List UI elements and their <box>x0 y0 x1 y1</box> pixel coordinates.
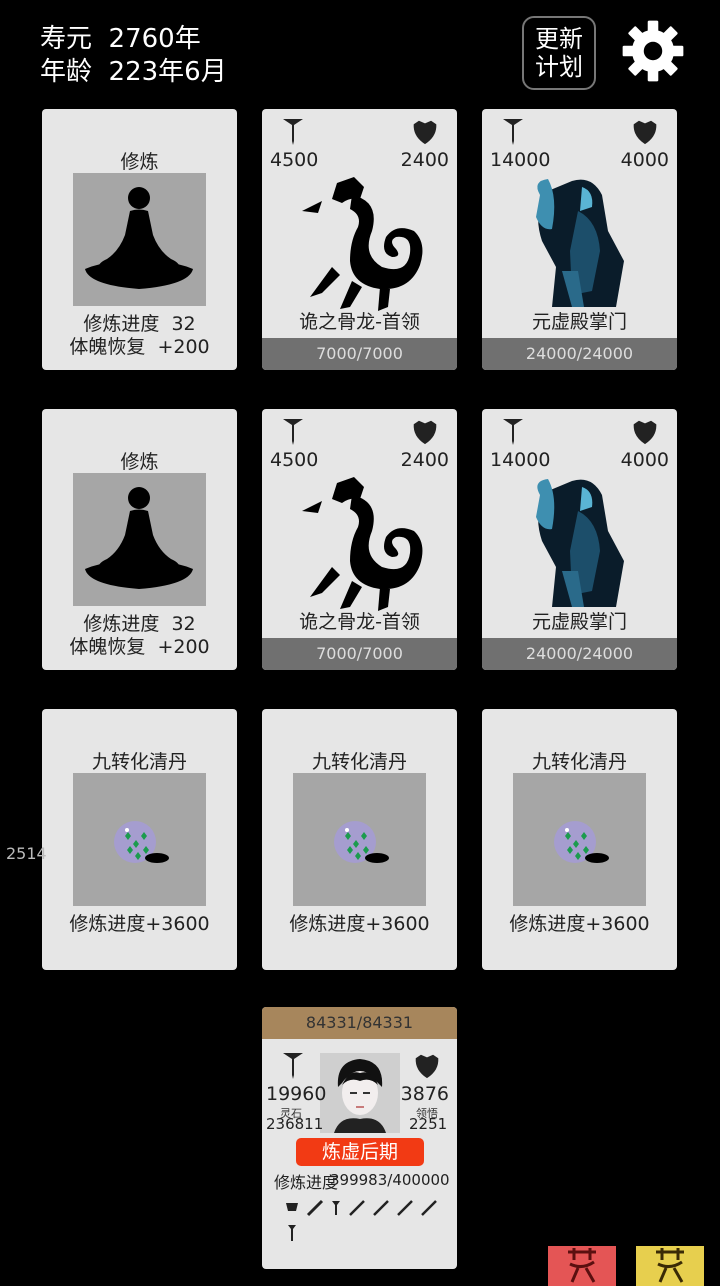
attack-value: 14000 <box>490 149 551 171</box>
equipment-icons <box>286 1199 437 1241</box>
shield-icon <box>415 1054 439 1079</box>
age-label: 年龄 <box>40 57 93 87</box>
dagger-icon <box>332 1201 340 1215</box>
update-plan-button[interactable]: 更新 计划 <box>522 16 596 90</box>
plan-button-line1: 更新 <box>535 25 583 53</box>
enemy-card-bone-dragon[interactable]: 4500 2400 诡之骨龙-首领 7000/7000 <box>262 409 457 670</box>
gear-icon[interactable] <box>620 18 686 84</box>
meditation-icon <box>85 487 193 589</box>
shield-icon <box>413 420 437 445</box>
sword-icon <box>283 119 303 145</box>
enemy-hp-bar: 24000/24000 <box>482 338 677 370</box>
bone-dragon-icon <box>302 477 423 611</box>
recover-label: 体魄恢复 <box>69 636 146 658</box>
blade-small-icon <box>421 1200 437 1216</box>
pill-icon <box>114 821 169 863</box>
yellow-talisman[interactable] <box>636 1246 704 1286</box>
recover-value: +200 <box>157 336 210 358</box>
attack-value: 4500 <box>270 149 319 171</box>
recover-line: 体魄恢复 +200 <box>42 332 237 359</box>
card-title: 修炼 <box>120 451 159 473</box>
armor-icon <box>286 1203 298 1211</box>
enemy-name: 元虚殿掌门 <box>531 611 627 633</box>
lifespan-stat: 寿元 2760年 <box>40 18 201 55</box>
enemy-name: 元虚殿掌门 <box>531 311 627 333</box>
pill-image <box>73 773 206 906</box>
plan-button-line2: 计划 <box>535 53 583 81</box>
player-progress-label: 修炼进度 <box>274 1173 339 1192</box>
pill-effect: 修炼进度+3600 <box>509 913 650 935</box>
card-title: 修炼 <box>120 151 159 173</box>
short-sword-icon <box>288 1225 296 1241</box>
lifespan-label: 寿元 <box>40 24 93 54</box>
sword-small-icon <box>373 1200 389 1216</box>
pill-icon <box>334 821 389 863</box>
talisman-icon <box>656 1248 684 1283</box>
defense-value: 4000 <box>620 149 669 171</box>
realm-badge: 炼虚后期 <box>296 1138 424 1166</box>
recover-label: 体魄恢复 <box>69 336 146 358</box>
defense-value: 4000 <box>620 449 669 471</box>
defense-value: 2400 <box>400 149 449 171</box>
pill-card[interactable]: 九转化清丹 修炼进度+3600 <box>42 709 237 970</box>
sword-icon <box>283 1053 303 1079</box>
age-stat: 年龄 223年6月 <box>40 51 227 88</box>
player-progress-value: 399983/400000 <box>330 1171 450 1189</box>
meditation-image <box>73 473 206 606</box>
pill-effect: 修炼进度+3600 <box>69 913 210 935</box>
enemy-card-sect-master[interactable]: 14000 4000 元虚殿掌门 24000/24000 <box>482 109 677 370</box>
sect-master-icon <box>536 479 624 607</box>
talisman-icon <box>568 1248 596 1283</box>
sword-icon <box>503 419 523 445</box>
attack-value: 4500 <box>270 449 319 471</box>
lance-icon <box>397 1200 413 1216</box>
enemy-card-bone-dragon[interactable]: 4500 2400 诡之骨龙-首领 7000/7000 <box>262 109 457 370</box>
card-title: 九转化清丹 <box>311 751 407 773</box>
meditation-icon <box>85 187 193 289</box>
sect-master-icon <box>536 179 624 307</box>
card-title: 九转化清丹 <box>91 751 187 773</box>
pill-effect: 修炼进度+3600 <box>289 913 430 935</box>
recover-value: +200 <box>157 636 210 658</box>
shield-icon <box>633 120 657 145</box>
attack-value: 14000 <box>490 449 551 471</box>
card-title: 九转化清丹 <box>531 751 627 773</box>
defense-value: 2400 <box>400 449 449 471</box>
age-value: 223年6月 <box>108 57 227 87</box>
enemy-hp-bar: 7000/7000 <box>262 338 457 370</box>
insight-value: 2251 <box>409 1115 448 1133</box>
lifespan-value: 2760年 <box>108 24 201 54</box>
player-hp-bar: 84331/84331 <box>262 1007 457 1039</box>
recover-line: 体魄恢复 +200 <box>42 632 237 659</box>
spirit-stone-value: 236811 <box>266 1115 324 1133</box>
sword-icon <box>283 419 303 445</box>
red-talisman[interactable] <box>548 1246 616 1286</box>
shield-icon <box>413 120 437 145</box>
pill-card[interactable]: 九转化清丹 修炼进度+3600 <box>482 709 677 970</box>
portrait-icon <box>320 1053 400 1133</box>
pill-image <box>513 773 646 906</box>
enemy-name: 诡之骨龙-首领 <box>299 311 420 333</box>
sword-icon <box>503 119 523 145</box>
player-avatar <box>320 1053 400 1133</box>
player-defense: 3876 <box>400 1083 449 1105</box>
enemy-name: 诡之骨龙-首领 <box>299 611 420 633</box>
cultivate-card[interactable]: 修炼 修炼进度 32 体魄恢复 +200 <box>42 409 237 670</box>
meditation-image <box>73 173 206 306</box>
pill-image <box>293 773 426 906</box>
blade-icon <box>306 1199 324 1217</box>
pill-icon <box>554 821 609 863</box>
pill-card[interactable]: 九转化清丹 修炼进度+3600 <box>262 709 457 970</box>
side-counter: 2514 <box>6 844 47 863</box>
spear-icon <box>349 1200 365 1216</box>
enemy-hp-bar: 7000/7000 <box>262 638 457 670</box>
shield-icon <box>633 420 657 445</box>
player-attack: 19960 <box>266 1083 327 1105</box>
cultivate-card[interactable]: 修炼 修炼进度 32 体魄恢复 +200 <box>42 109 237 370</box>
enemy-hp-bar: 24000/24000 <box>482 638 677 670</box>
bone-dragon-icon <box>302 177 423 311</box>
player-card[interactable]: 84331/84331 19960 3876 灵石 领悟 236811 2251… <box>262 1007 457 1269</box>
enemy-card-sect-master[interactable]: 14000 4000 元虚殿掌门 24000/24000 <box>482 409 677 670</box>
